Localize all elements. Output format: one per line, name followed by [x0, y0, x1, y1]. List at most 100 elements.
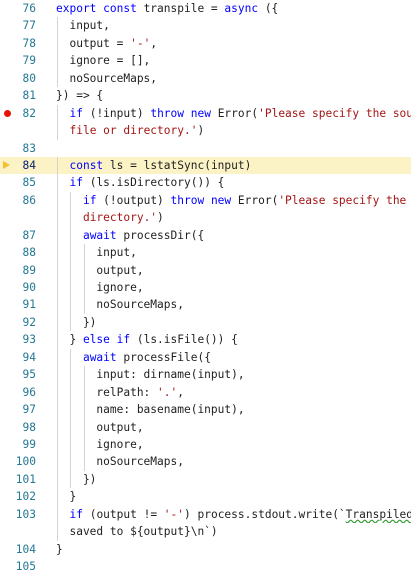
line-gutter[interactable]: 79 [0, 52, 50, 69]
code-line-76[interactable]: 76 export const transpile = async ({ [0, 0, 411, 17]
line-gutter[interactable]: 94 [0, 349, 50, 366]
line-gutter[interactable]: 96 [0, 384, 50, 401]
code-line-78[interactable]: 78 output = '-', [0, 34, 411, 53]
line-gutter[interactable]: 88 [0, 244, 50, 261]
line-gutter[interactable]: 97 [0, 401, 50, 418]
code-editor[interactable]: 76 export const transpile = async ({77 in… [0, 0, 411, 573]
code-line-wrapped[interactable]: directory.') [0, 209, 411, 227]
code-line-84[interactable]: 84 const ls = lstatSync(input) [0, 156, 411, 175]
code-text[interactable]: ignore, [56, 279, 411, 297]
line-gutter[interactable]: 99 [0, 436, 50, 453]
line-gutter[interactable]: 104 [0, 541, 50, 558]
code-text[interactable]: export const transpile = async ({ [56, 0, 411, 17]
code-text[interactable]: if (ls.isDirectory()) { [56, 174, 411, 192]
code-line-81[interactable]: 81 }) => { [0, 87, 411, 104]
line-gutter[interactable]: 83 [0, 140, 50, 157]
code-line-100[interactable]: 100 noSourceMaps, [0, 453, 411, 471]
code-text[interactable]: noSourceMaps, [56, 69, 411, 88]
code-text[interactable]: name: basename(input), [56, 401, 411, 419]
code-line-98[interactable]: 98 output, [0, 418, 411, 436]
code-line-99[interactable]: 99 ignore, [0, 435, 411, 454]
line-gutter[interactable]: 77 [0, 17, 50, 34]
line-gutter[interactable]: 102 [0, 488, 50, 505]
code-text[interactable]: await processFile({ [56, 348, 411, 367]
code-text[interactable]: if (!input) throw new Error('Please spec… [56, 104, 411, 123]
line-gutter[interactable]: 78 [0, 35, 50, 52]
code-line-83[interactable]: 83 [0, 140, 411, 157]
code-text[interactable]: relPath: '.', [56, 383, 411, 402]
line-gutter[interactable] [0, 209, 50, 226]
line-gutter[interactable]: 87 [0, 227, 50, 244]
code-text[interactable]: directory.') [56, 209, 411, 227]
line-gutter[interactable]: 101 [0, 471, 50, 488]
code-text[interactable]: if (output != '-') process.stdout.write(… [56, 505, 411, 524]
code-line-88[interactable]: 88 input, [0, 244, 411, 262]
code-line-wrapped[interactable]: saved to ${output}\n`) [0, 523, 411, 541]
line-gutter[interactable]: 76 [0, 0, 50, 17]
code-line-103[interactable]: 103 if (output != '-') process.stdout.wr… [0, 505, 411, 524]
line-gutter[interactable] [0, 122, 50, 139]
line-gutter[interactable]: 95 [0, 366, 50, 383]
line-number: 105 [15, 560, 36, 573]
line-gutter[interactable]: 86 [0, 192, 50, 209]
code-text[interactable]: }) => { [56, 87, 411, 104]
code-text[interactable]: await processDir({ [56, 226, 411, 245]
code-text[interactable]: noSourceMaps, [56, 296, 411, 314]
code-line-79[interactable]: 79 ignore = [], [0, 52, 411, 70]
code-text[interactable]: } [56, 541, 411, 558]
code-text[interactable]: if (!output) throw new Error('Please spe… [56, 191, 411, 210]
code-line-86[interactable]: 86 if (!output) throw new Error('Please … [0, 191, 411, 210]
line-gutter[interactable]: 80 [0, 70, 50, 87]
code-text[interactable]: output, [56, 418, 411, 436]
code-line-80[interactable]: 80 noSourceMaps, [0, 69, 411, 88]
code-text[interactable]: file or directory.') [56, 122, 411, 140]
code-text[interactable]: }) [56, 313, 411, 332]
line-gutter[interactable]: 93 [0, 331, 50, 348]
line-gutter[interactable]: 82 [0, 105, 50, 122]
line-gutter[interactable]: 84 [0, 157, 50, 174]
code-text[interactable]: saved to ${output}\n`) [56, 523, 411, 541]
line-gutter[interactable]: 98 [0, 419, 50, 436]
code-line-92[interactable]: 92 }) [0, 313, 411, 332]
code-text[interactable]: } else if (ls.isFile()) { [56, 331, 411, 349]
line-gutter[interactable]: 100 [0, 453, 50, 470]
code-text[interactable]: input, [56, 17, 411, 35]
code-line-89[interactable]: 89 output, [0, 261, 411, 280]
code-line-85[interactable]: 85 if (ls.isDirectory()) { [0, 174, 411, 192]
line-gutter[interactable]: 91 [0, 296, 50, 313]
code-text[interactable]: ignore, [56, 435, 411, 454]
code-line-105[interactable]: 105 [0, 558, 411, 575]
code-line-96[interactable]: 96 relPath: '.', [0, 383, 411, 402]
code-line-104[interactable]: 104} [0, 541, 411, 558]
code-line-82[interactable]: 82 if (!input) throw new Error('Please s… [0, 104, 411, 123]
code-line-94[interactable]: 94 await processFile({ [0, 348, 411, 367]
indent-guide [57, 401, 58, 419]
line-gutter[interactable]: 92 [0, 314, 50, 331]
code-text[interactable]: }) [56, 470, 411, 489]
code-text[interactable]: output = '-', [56, 34, 411, 53]
code-line-87[interactable]: 87 await processDir({ [0, 226, 411, 245]
code-text[interactable]: input, [56, 244, 411, 262]
code-text[interactable]: output, [56, 261, 411, 280]
code-text[interactable]: noSourceMaps, [56, 453, 411, 471]
code-line-wrapped[interactable]: file or directory.') [0, 122, 411, 140]
code-line-91[interactable]: 91 noSourceMaps, [0, 296, 411, 314]
code-text[interactable]: } [56, 488, 411, 506]
code-text[interactable]: input: dirname(input), [56, 366, 411, 384]
code-line-95[interactable]: 95 input: dirname(input), [0, 366, 411, 384]
code-text[interactable]: ignore = [], [56, 52, 411, 70]
line-gutter[interactable]: 85 [0, 174, 50, 191]
code-line-93[interactable]: 93 } else if (ls.isFile()) { [0, 331, 411, 349]
line-gutter[interactable]: 90 [0, 279, 50, 296]
code-line-101[interactable]: 101 }) [0, 470, 411, 489]
code-line-77[interactable]: 77 input, [0, 17, 411, 35]
line-gutter[interactable]: 103 [0, 506, 50, 523]
code-line-97[interactable]: 97 name: basename(input), [0, 401, 411, 419]
code-line-102[interactable]: 102 } [0, 488, 411, 506]
code-line-90[interactable]: 90 ignore, [0, 279, 411, 297]
line-gutter[interactable] [0, 523, 50, 540]
code-text[interactable]: const ls = lstatSync(input) [56, 156, 411, 175]
line-gutter[interactable]: 81 [0, 87, 50, 104]
line-gutter[interactable]: 89 [0, 262, 50, 279]
line-gutter[interactable]: 105 [0, 558, 50, 575]
